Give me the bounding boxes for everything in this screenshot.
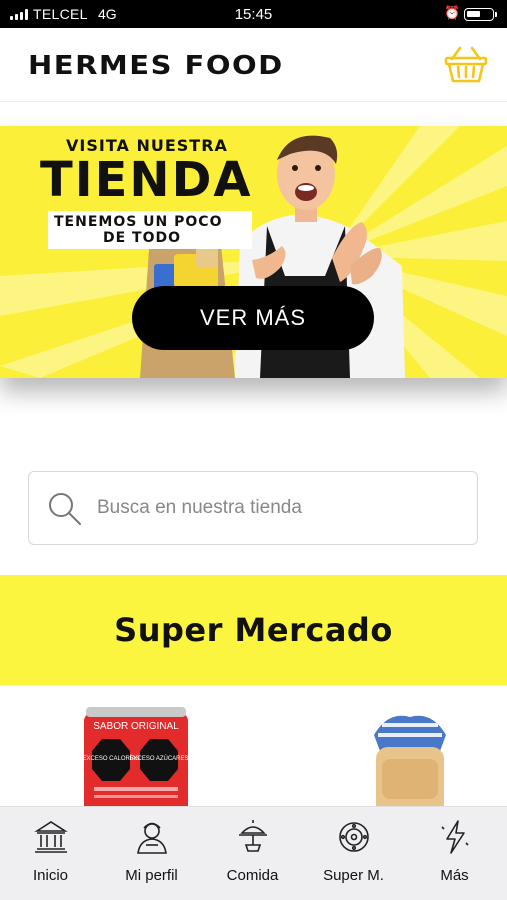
can-warning-2: EXCESO AZÚCARES (129, 755, 188, 762)
status-bar: TELCEL 4G 15:45 ⏰ (0, 0, 507, 28)
svg-text:EXCESO AZÚCARES: EXCESO AZÚCARES (129, 755, 188, 762)
bolt-icon (441, 820, 469, 854)
nav-item-mi-perfil[interactable]: Mi perfil (101, 807, 202, 900)
product-soda-can[interactable]: SABOR ORIGINAL EXCESO CALORÍAS EXCESO AZ… (80, 707, 192, 817)
ver-mas-button[interactable]: VER MÁS (132, 286, 374, 350)
nav-item-super-m[interactable]: Super M. (303, 807, 404, 900)
bottom-navigation: Inicio Mi perfil Comida Super M. Más (0, 806, 507, 900)
bank-icon (34, 821, 68, 853)
app-header: HERMES FOOD (0, 28, 507, 102)
status-time: 15:45 (234, 6, 273, 23)
food-icon (239, 820, 267, 852)
nav-label-mas: Más (440, 867, 469, 884)
nav-item-mas[interactable]: Más (404, 807, 505, 900)
promo-banner[interactable]: VISITA NUESTRA TIENDA TENEMOS UN POCO DE… (0, 126, 507, 378)
search-input[interactable] (97, 474, 467, 542)
section-title: Super Mercado (114, 611, 393, 649)
nav-item-inicio[interactable]: Inicio (0, 807, 101, 900)
nav-label-mi-perfil: Mi perfil (125, 867, 178, 884)
nav-item-comida[interactable]: Comida (202, 807, 303, 900)
nav-label-inicio: Inicio (32, 867, 69, 884)
banner-subtitle-line1: TENEMOS UN POCO (54, 214, 223, 230)
banner-subtitle-line2: DE TODO (103, 230, 182, 246)
profile-icon (137, 822, 167, 854)
nav-label-super-m: Super M. (323, 867, 384, 884)
section-banner: Super Mercado (0, 575, 507, 685)
battery-icon (464, 8, 497, 21)
app-logo[interactable]: HERMES FOOD (28, 50, 284, 81)
nav-label-comida: Comida (226, 867, 279, 884)
alarm-icon: ⏰ (444, 5, 461, 20)
can-label: SABOR ORIGINAL (93, 721, 179, 732)
product-bread[interactable] (368, 711, 452, 817)
basket-icon[interactable] (444, 45, 488, 85)
banner-heading-large: TIENDA (40, 152, 253, 208)
search-icon (49, 493, 81, 525)
search-box[interactable] (28, 471, 478, 545)
market-icon (339, 822, 369, 852)
battery-level (467, 11, 480, 17)
